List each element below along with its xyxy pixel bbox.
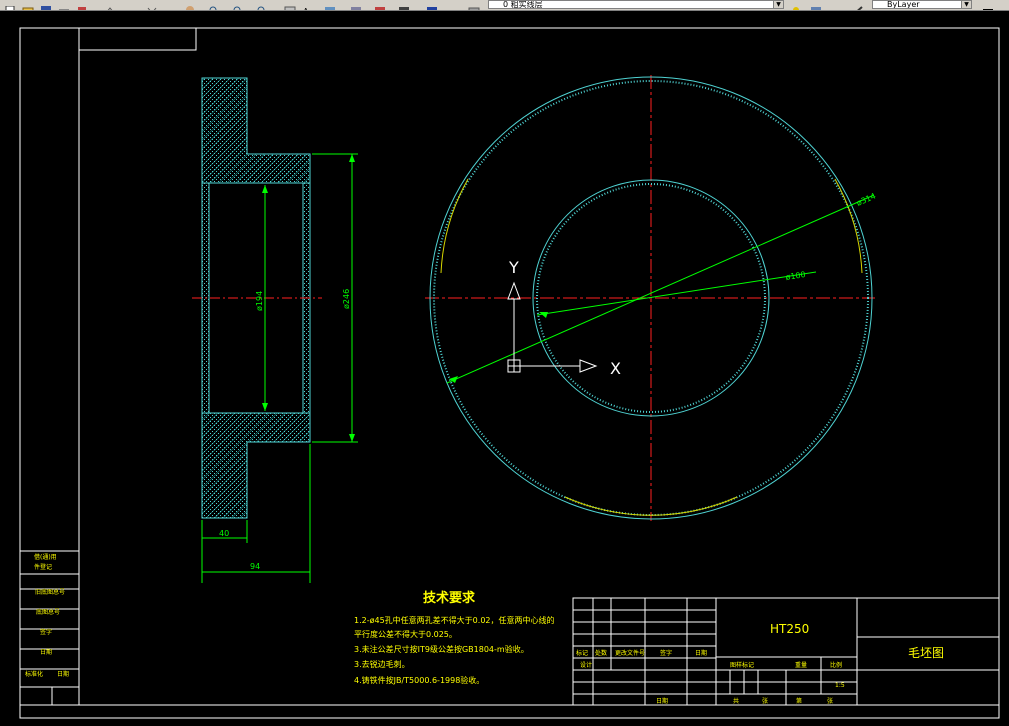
zoom-realtime-icon[interactable] bbox=[208, 0, 220, 10]
zoom-window-icon[interactable] bbox=[232, 0, 244, 10]
side-label-7: 日期 bbox=[57, 670, 69, 678]
layer-manager-icon[interactable] bbox=[468, 0, 480, 10]
outer-frame bbox=[19, 27, 1000, 719]
ucs-icon bbox=[507, 281, 598, 373]
tb-scale-value: 1:5 bbox=[835, 682, 845, 689]
dim-w94: 94 bbox=[250, 562, 260, 571]
side-label-5: 日期 bbox=[40, 648, 52, 656]
markup-icon[interactable] bbox=[374, 0, 386, 10]
match-properties-icon[interactable] bbox=[852, 0, 864, 10]
tb-label-2: 更改文件号 bbox=[615, 649, 645, 657]
tech-title: 技术要求 bbox=[423, 590, 476, 606]
ucs-y-label: Y bbox=[508, 258, 519, 277]
save-icon[interactable] bbox=[40, 0, 52, 10]
layer-combo-value: 0 粗实线层 bbox=[503, 0, 543, 9]
hidden-arc-right bbox=[834, 178, 863, 274]
dim-w40: 40 bbox=[219, 529, 229, 538]
tb-label-3: 签字 bbox=[660, 649, 672, 657]
tool-palette-icon[interactable] bbox=[350, 0, 362, 10]
print-icon[interactable] bbox=[58, 0, 70, 10]
calculator-icon[interactable] bbox=[398, 0, 410, 10]
dim-line-d100 bbox=[536, 271, 817, 316]
side-label-0: 借(通)用 bbox=[34, 553, 57, 561]
code-box bbox=[78, 27, 197, 51]
ucs-x-label: X bbox=[610, 359, 621, 378]
tech-note-2: 3.未注公差尺寸按IT9级公差按GB1804-m验收。 bbox=[354, 644, 529, 654]
dim-d100: ø100 bbox=[785, 270, 806, 282]
redo-icon[interactable] bbox=[146, 0, 158, 10]
tech-note-1: 平行度公差不得大于0.025。 bbox=[354, 629, 457, 639]
tb-weight: 重量 bbox=[795, 661, 807, 669]
undo-icon[interactable] bbox=[104, 0, 116, 10]
tb-scale: 比例 bbox=[830, 661, 842, 669]
side-label-3: 底图总号 bbox=[36, 608, 60, 616]
side-labels: 借(通)用 件登记 旧底图总号 底图总号 签字 日期 标准化 日期 bbox=[25, 553, 69, 678]
tech-note-4: 4.铸铁件按JB/T5000.6-1998验收。 bbox=[354, 675, 484, 685]
dim-d246: ø246 bbox=[342, 289, 351, 309]
side-label-2: 旧底图总号 bbox=[35, 588, 65, 596]
toolbar: A 0 粗实线层 ▼ ByLayer ▼ bbox=[0, 0, 1009, 11]
material-text: HT250 bbox=[770, 622, 809, 636]
plot-icon[interactable] bbox=[76, 0, 88, 10]
tb-stage: 图样标记 bbox=[730, 661, 754, 669]
help-icon[interactable] bbox=[426, 0, 438, 10]
tb-design: 设计 bbox=[580, 661, 592, 669]
open-folder-icon[interactable] bbox=[22, 0, 34, 10]
tb-label-0: 标记 bbox=[576, 649, 588, 657]
tech-note-0: 1.2-ø45孔中任意两孔差不得大于0.02，任意两中心线的 bbox=[354, 615, 555, 625]
hidden-arc-left bbox=[440, 178, 469, 274]
side-label-4: 签字 bbox=[40, 628, 52, 636]
zoom-previous-icon[interactable] bbox=[256, 0, 268, 10]
layer-combo[interactable]: 0 粗实线层 ▼ bbox=[488, 0, 784, 9]
linetype-combo-value: ByLayer bbox=[887, 0, 920, 9]
pan-icon[interactable] bbox=[184, 0, 196, 10]
tb-sheet: 张 bbox=[762, 697, 768, 705]
drawing-canvas[interactable]: 借(通)用 件登记 旧底图总号 底图总号 签字 日期 标准化 日期 ø194 ø… bbox=[0, 11, 1009, 722]
text-style-icon[interactable]: A bbox=[302, 0, 314, 10]
dim-d194: ø194 bbox=[255, 291, 264, 311]
chevron-down-icon[interactable]: ▼ bbox=[961, 1, 971, 8]
linetype-combo[interactable]: ByLayer ▼ bbox=[872, 0, 972, 9]
front-view: ø314 ø100 bbox=[425, 75, 877, 521]
design-center-icon[interactable] bbox=[324, 0, 336, 10]
tb-label-1: 处数 bbox=[595, 649, 607, 657]
tb-total: 共 bbox=[733, 697, 739, 705]
tb-date: 日期 bbox=[656, 697, 668, 705]
dim-d314: ø314 bbox=[855, 191, 877, 207]
layer-previous-icon[interactable] bbox=[810, 0, 822, 10]
new-file-icon[interactable] bbox=[4, 0, 16, 10]
side-label-6: 标准化 bbox=[25, 670, 43, 678]
side-table bbox=[19, 550, 80, 706]
tech-note-3: 3.去锐边毛刺。 bbox=[354, 659, 410, 669]
tb-page: 第 bbox=[796, 697, 802, 705]
make-current-icon[interactable] bbox=[790, 0, 802, 10]
chevron-down-icon[interactable]: ▼ bbox=[773, 1, 783, 8]
tech-notes: 1.2-ø45孔中任意两孔差不得大于0.02，任意两中心线的 平行度公差不得大于… bbox=[354, 615, 555, 685]
lineweight-icon[interactable] bbox=[982, 0, 994, 10]
tb-label-4: 日期 bbox=[695, 649, 707, 657]
dim-line-d314 bbox=[446, 194, 875, 384]
tb-sheet-2: 张 bbox=[827, 697, 833, 705]
drawing-svg: 借(通)用 件登记 旧底图总号 底图总号 签字 日期 标准化 日期 ø194 ø… bbox=[19, 27, 1000, 719]
side-label-1: 件登记 bbox=[34, 563, 52, 571]
properties-icon[interactable] bbox=[284, 0, 296, 10]
section-view: ø194 ø246 40 94 bbox=[192, 77, 358, 583]
part-name-text: 毛坯图 bbox=[908, 646, 944, 660]
